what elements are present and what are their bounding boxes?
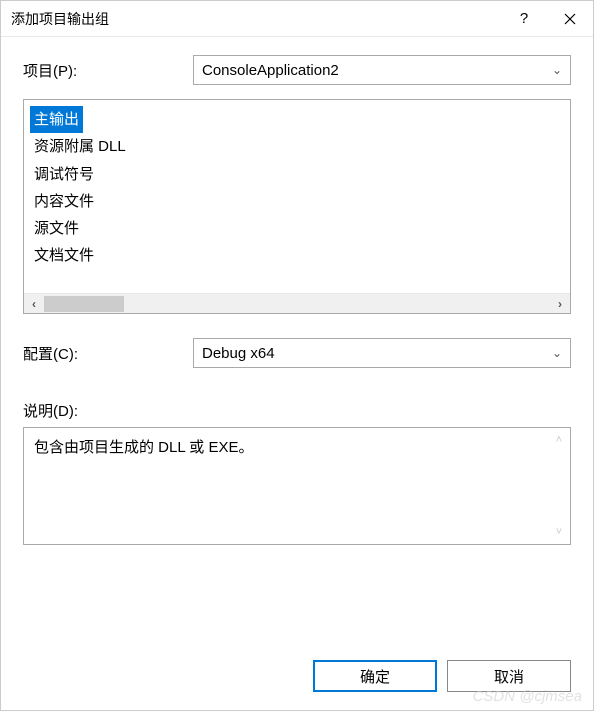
titlebar: 添加项目输出组 ?: [1, 1, 593, 37]
ok-button-label: 确定: [360, 666, 390, 687]
list-item[interactable]: 调试符号: [30, 161, 98, 188]
scroll-right-icon[interactable]: ›: [550, 294, 570, 314]
description-textbox: 包含由项目生成的 DLL 或 EXE。 ˄ ˅: [23, 427, 571, 545]
project-selected-value: ConsoleApplication2: [202, 62, 552, 79]
dialog-content: 项目(P): ConsoleApplication2 ⌄ 主输出 资源附属 DL…: [1, 37, 593, 644]
cancel-button-label: 取消: [494, 666, 524, 687]
button-row: 确定 取消: [1, 644, 593, 710]
close-button[interactable]: [547, 1, 593, 37]
chevron-down-icon: ⌄: [552, 346, 562, 360]
cancel-button[interactable]: 取消: [447, 660, 571, 692]
project-combobox[interactable]: ConsoleApplication2 ⌄: [193, 55, 571, 85]
scroll-down-icon: ˅: [556, 526, 562, 538]
horizontal-scrollbar[interactable]: ‹ ›: [24, 293, 570, 313]
scroll-thumb[interactable]: [44, 296, 124, 312]
scroll-track[interactable]: [44, 294, 550, 314]
project-row: 项目(P): ConsoleApplication2 ⌄: [23, 55, 571, 85]
outputs-listbox[interactable]: 主输出 资源附属 DLL 调试符号 内容文件 源文件 文档文件 ‹ ›: [23, 99, 571, 314]
configuration-combobox[interactable]: Debug x64 ⌄: [193, 338, 571, 368]
description-scrollbar: ˄ ˅: [550, 428, 568, 544]
scroll-up-icon: ˄: [556, 434, 562, 446]
description-label: 说明(D):: [23, 400, 571, 421]
dialog: 添加项目输出组 ? 项目(P): ConsoleApplication2 ⌄ 主…: [0, 0, 594, 711]
ok-button[interactable]: 确定: [313, 660, 437, 692]
chevron-down-icon: ⌄: [552, 63, 562, 77]
list-item[interactable]: 源文件: [30, 215, 83, 242]
scroll-left-icon[interactable]: ‹: [24, 294, 44, 314]
close-icon: [564, 13, 576, 25]
description-label-row: 说明(D):: [23, 400, 571, 421]
description-text: 包含由项目生成的 DLL 或 EXE。: [34, 439, 253, 456]
configuration-row: 配置(C): Debug x64 ⌄: [23, 338, 571, 368]
list-item[interactable]: 内容文件: [30, 188, 98, 215]
list-item[interactable]: 文档文件: [30, 242, 98, 269]
configuration-selected-value: Debug x64: [202, 345, 552, 362]
help-button[interactable]: ?: [501, 1, 547, 37]
dialog-title: 添加项目输出组: [11, 9, 501, 29]
list-item[interactable]: 主输出: [30, 106, 83, 133]
configuration-label: 配置(C):: [23, 343, 193, 364]
outputs-items: 主输出 资源附属 DLL 调试符号 内容文件 源文件 文档文件: [24, 106, 570, 293]
list-item[interactable]: 资源附属 DLL: [30, 133, 130, 160]
project-label: 项目(P):: [23, 60, 193, 81]
